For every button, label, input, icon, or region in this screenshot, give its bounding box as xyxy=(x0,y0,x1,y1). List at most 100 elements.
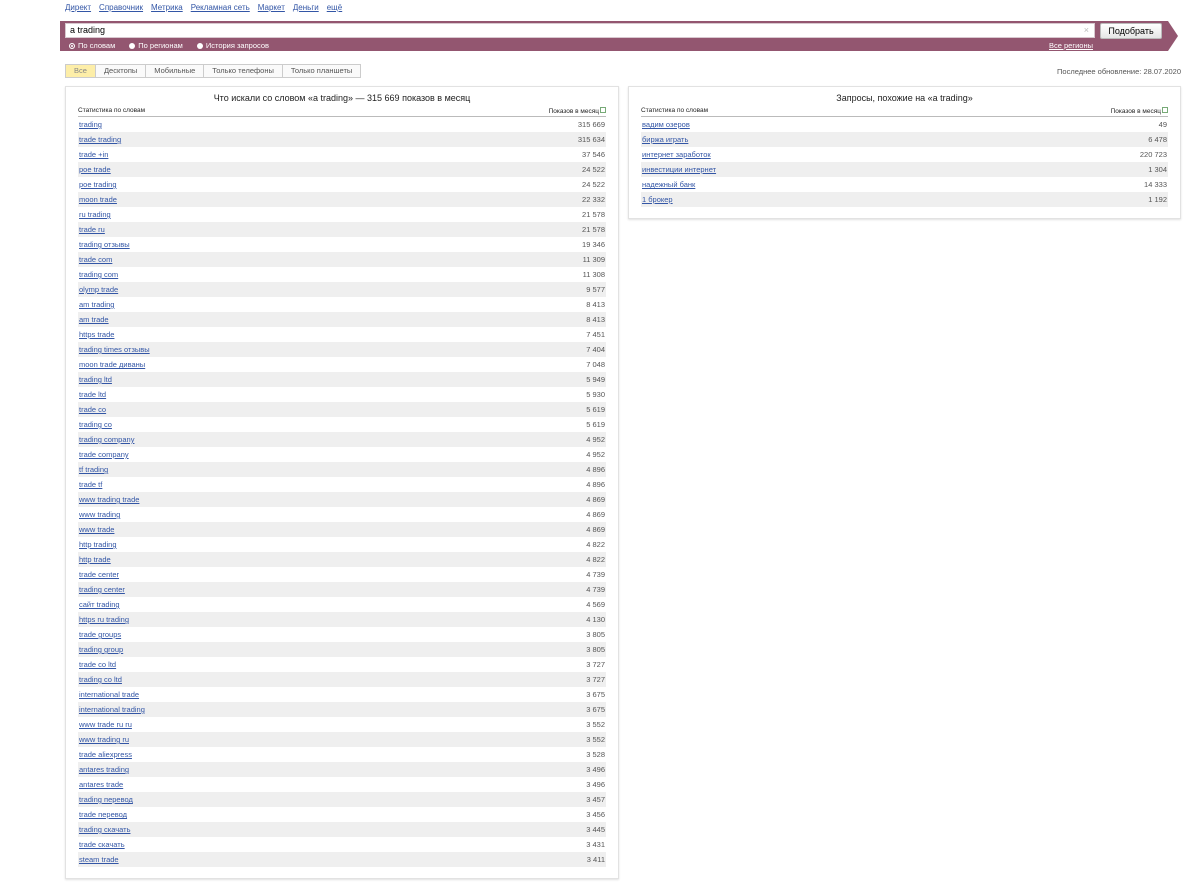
keyword-link[interactable]: trade com xyxy=(79,252,112,267)
keyword-link[interactable]: вадим озеров xyxy=(642,117,690,132)
keyword-link[interactable]: www trading xyxy=(79,507,120,522)
keyword-link[interactable]: www trade xyxy=(79,522,114,537)
all-regions-link[interactable]: Все регионы xyxy=(1049,41,1093,50)
table-row: trading center 4 739 xyxy=(78,582,606,597)
keyword-link[interactable]: trade co xyxy=(79,402,106,417)
shows-count: 9 577 xyxy=(586,285,605,294)
keyword-link[interactable]: trading co xyxy=(79,417,112,432)
shows-count: 7 048 xyxy=(586,360,605,369)
shows-count: 11 309 xyxy=(582,255,605,264)
keyword-link[interactable]: antares trade xyxy=(79,777,123,792)
search-input[interactable]: a trading × xyxy=(65,23,1095,38)
nav-spravochnik[interactable]: Справочник xyxy=(99,3,143,12)
keyword-link[interactable]: poe trading xyxy=(79,177,117,192)
keyword-link[interactable]: trade +in xyxy=(79,147,108,162)
keyword-link[interactable]: tf trading xyxy=(79,462,108,477)
tab-mobile[interactable]: Мобильные xyxy=(146,65,205,77)
keyword-link[interactable]: trade ltd xyxy=(79,387,106,402)
nav-money[interactable]: Деньги xyxy=(293,3,319,12)
keyword-link[interactable]: international trade xyxy=(79,687,139,702)
table-row: trade trading 315 634 xyxy=(78,132,606,147)
keyword-link[interactable]: http trading xyxy=(79,537,117,552)
keyword-link[interactable]: https trade xyxy=(79,327,114,342)
table-row: надежный банк 14 333 xyxy=(641,177,1168,192)
radio-by-regions[interactable]: По регионам xyxy=(129,41,183,50)
keyword-link[interactable]: trade trading xyxy=(79,132,121,147)
nav-more[interactable]: ещё xyxy=(327,3,342,12)
table-row: www trading 4 869 xyxy=(78,507,606,522)
keyword-link[interactable]: ru trading xyxy=(79,207,111,222)
search-button[interactable]: Подобрать xyxy=(1100,23,1162,39)
keyword-link[interactable]: биржа играть xyxy=(642,132,688,147)
keyword-link[interactable]: trading перевод xyxy=(79,792,133,807)
keyword-link[interactable]: trading times отзывы xyxy=(79,342,150,357)
keyword-link[interactable]: надежный банк xyxy=(642,177,695,192)
keyword-link[interactable]: trading скачать xyxy=(79,822,130,837)
table-row: trading ltd 5 949 xyxy=(78,372,606,387)
radio-by-words[interactable]: По словам xyxy=(69,41,115,50)
info-icon[interactable] xyxy=(600,107,606,113)
keyword-link[interactable]: trade company xyxy=(79,447,129,462)
keyword-link[interactable]: trade ru xyxy=(79,222,105,237)
shows-count: 3 528 xyxy=(586,750,605,759)
shows-count: 8 413 xyxy=(586,300,605,309)
keyword-link[interactable]: trade tf xyxy=(79,477,102,492)
keyword-link[interactable]: trading company xyxy=(79,432,134,447)
keyword-link[interactable]: www trading trade xyxy=(79,492,139,507)
keyword-link[interactable]: www trading ru xyxy=(79,732,129,747)
keyword-link[interactable]: интернет заработок xyxy=(642,147,711,162)
keyword-link[interactable]: poe trade xyxy=(79,162,111,177)
keyword-link[interactable]: trading com xyxy=(79,267,118,282)
keyword-link[interactable]: сайт trading xyxy=(79,597,120,612)
table-row: инвестиции интернет 1 304 xyxy=(641,162,1168,177)
nav-direct[interactable]: Директ xyxy=(65,3,91,12)
keyword-link[interactable]: trading отзывы xyxy=(79,237,130,252)
keyword-link[interactable]: инвестиции интернет xyxy=(642,162,716,177)
table-row: 1 брокер 1 192 xyxy=(641,192,1168,207)
keyword-link[interactable]: trade перевод xyxy=(79,807,127,822)
keyword-link[interactable]: trading group xyxy=(79,642,123,657)
keyword-link[interactable]: http trade xyxy=(79,552,111,567)
keyword-link[interactable]: trade groups xyxy=(79,627,121,642)
col-shows: Показов в месяц xyxy=(548,108,599,115)
keyword-link[interactable]: trade скачать xyxy=(79,837,125,852)
keyword-link[interactable]: antares trading xyxy=(79,762,129,777)
info-icon[interactable] xyxy=(1162,107,1168,113)
keyword-link[interactable]: trading center xyxy=(79,582,125,597)
left-panel-title: Что искали со словом «a trading» — 315 6… xyxy=(213,93,471,103)
keyword-link[interactable]: trade aliexpress xyxy=(79,747,132,762)
keyword-link[interactable]: trading ltd xyxy=(79,372,112,387)
radio-history[interactable]: История запросов xyxy=(196,41,269,50)
tab-phones[interactable]: Только телефоны xyxy=(204,65,283,77)
keyword-link[interactable]: trade co ltd xyxy=(79,657,116,672)
tab-desktops[interactable]: Десктопы xyxy=(95,65,147,77)
clear-icon[interactable]: × xyxy=(1084,25,1089,35)
nav-market[interactable]: Маркет xyxy=(258,3,285,12)
table-row: international trading 3 675 xyxy=(78,702,606,717)
keyword-link[interactable]: 1 брокер xyxy=(642,192,673,207)
keyword-link[interactable]: steam trade xyxy=(79,852,119,867)
shows-count: 22 332 xyxy=(582,195,605,204)
keyword-link[interactable]: moon trade xyxy=(79,192,117,207)
keyword-link[interactable]: olymp trade xyxy=(79,282,118,297)
keyword-link[interactable]: trading xyxy=(79,117,102,132)
nav-ad-network[interactable]: Рекламная сеть xyxy=(191,3,250,12)
keyword-link[interactable]: trade center xyxy=(79,567,119,582)
keyword-link[interactable]: am trading xyxy=(79,297,114,312)
tab-tablets[interactable]: Только планшеты xyxy=(282,65,361,77)
shows-count: 3 727 xyxy=(586,675,605,684)
table-row: сайт trading 4 569 xyxy=(78,597,606,612)
tab-all[interactable]: Все xyxy=(66,65,96,77)
nav-metrika[interactable]: Метрика xyxy=(151,3,183,12)
table-row: trading co ltd 3 727 xyxy=(78,672,606,687)
keyword-link[interactable]: https ru trading xyxy=(79,612,129,627)
keyword-link[interactable]: moon trade диваны xyxy=(79,357,145,372)
keyword-link[interactable]: am trade xyxy=(79,312,109,327)
col-words: Статистика по словам xyxy=(641,107,709,114)
keyword-link[interactable]: international trading xyxy=(79,702,145,717)
last-update: Последнее обновление: 28.07.2020 xyxy=(1057,67,1181,76)
col-shows: Показов в месяц xyxy=(1110,108,1161,115)
left-table: trading 315 669 trade trading 315 634 trade … xyxy=(78,117,606,867)
keyword-link[interactable]: www trade ru ru xyxy=(79,717,132,732)
keyword-link[interactable]: trading co ltd xyxy=(79,672,122,687)
